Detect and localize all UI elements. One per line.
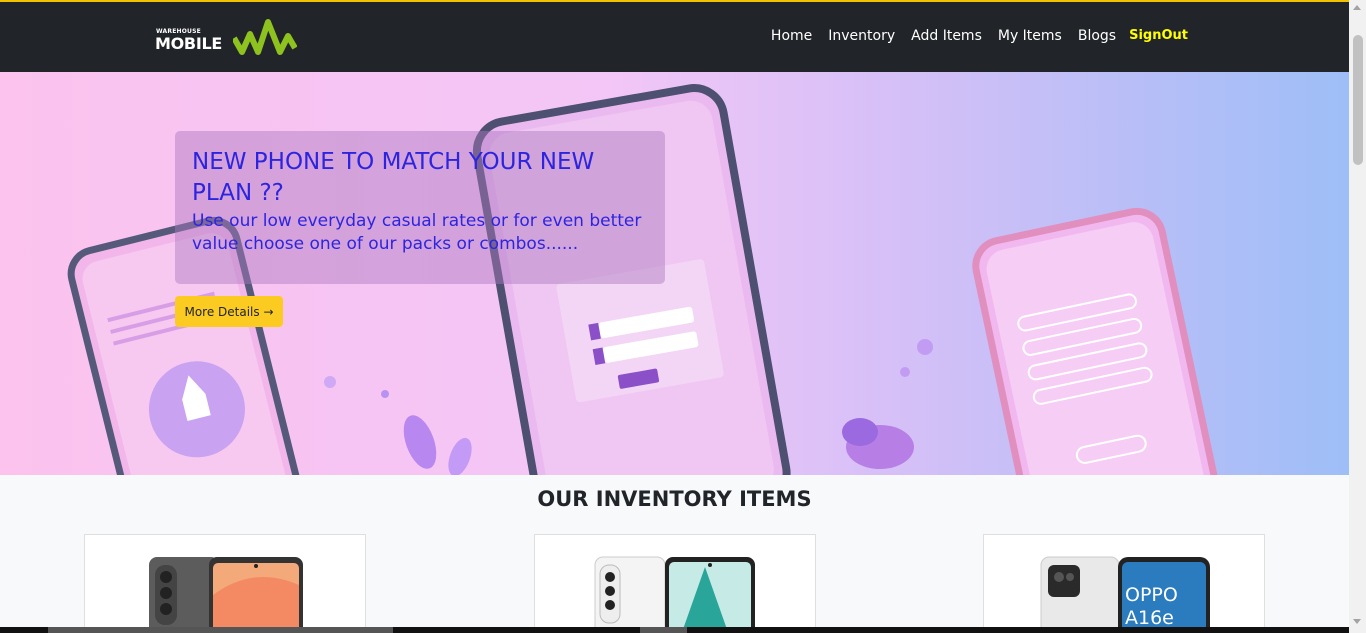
main-nav: Home Inventory Add Items My Items Blogs … <box>755 28 1188 44</box>
nav-blogs[interactable]: Blogs <box>1078 28 1116 44</box>
taskbar-segment <box>48 627 393 633</box>
navbar: WAREHOUSE MOBILE Home Inventory Add Item… <box>0 2 1349 72</box>
nav-my-items[interactable]: My Items <box>998 28 1062 44</box>
nav-signout[interactable]: SignOut <box>1129 28 1188 44</box>
oppo-a16e-phone-image: OPPO A16e <box>1040 556 1210 633</box>
logo-mark-icon <box>233 19 297 55</box>
inventory-heading: OUR INVENTORY ITEMS <box>537 487 812 511</box>
oppo-screen-model: A16e <box>1125 607 1174 629</box>
samsung-a-phone-image <box>594 556 755 633</box>
hero-title: NEW PHONE TO MATCH YOUR NEW PLAN ?? <box>192 149 595 206</box>
oppo-screen-text: OPPO <box>1125 584 1178 606</box>
site-logo[interactable]: WAREHOUSE MOBILE <box>155 17 300 57</box>
nav-home[interactable]: Home <box>771 28 812 44</box>
taskbar-segment <box>640 627 687 633</box>
page-scrollbar[interactable] <box>1349 0 1366 633</box>
nav-add-items[interactable]: Add Items <box>911 28 982 44</box>
inventory-card[interactable]: OPPO A16e <box>983 534 1265 633</box>
inventory-card[interactable] <box>84 534 366 633</box>
scroll-up-arrow-icon[interactable] <box>1353 5 1361 10</box>
scroll-down-arrow-icon[interactable] <box>1353 619 1361 624</box>
taskbar-strip <box>0 627 1349 633</box>
logo-big-text: MOBILE <box>155 34 222 53</box>
hero-subtitle: Use our low everyday casual rates or for… <box>192 211 642 254</box>
hero-caption: NEW PHONE TO MATCH YOUR NEW PLAN ?? Use … <box>175 131 665 284</box>
samsung-phone-image <box>149 557 303 633</box>
nav-inventory[interactable]: Inventory <box>828 28 895 44</box>
hero-banner: NEW PHONE TO MATCH YOUR NEW PLAN ?? Use … <box>0 72 1349 475</box>
inventory-card[interactable] <box>534 534 816 633</box>
more-details-button[interactable]: More Details → <box>175 296 283 327</box>
scroll-thumb[interactable] <box>1353 35 1363 165</box>
